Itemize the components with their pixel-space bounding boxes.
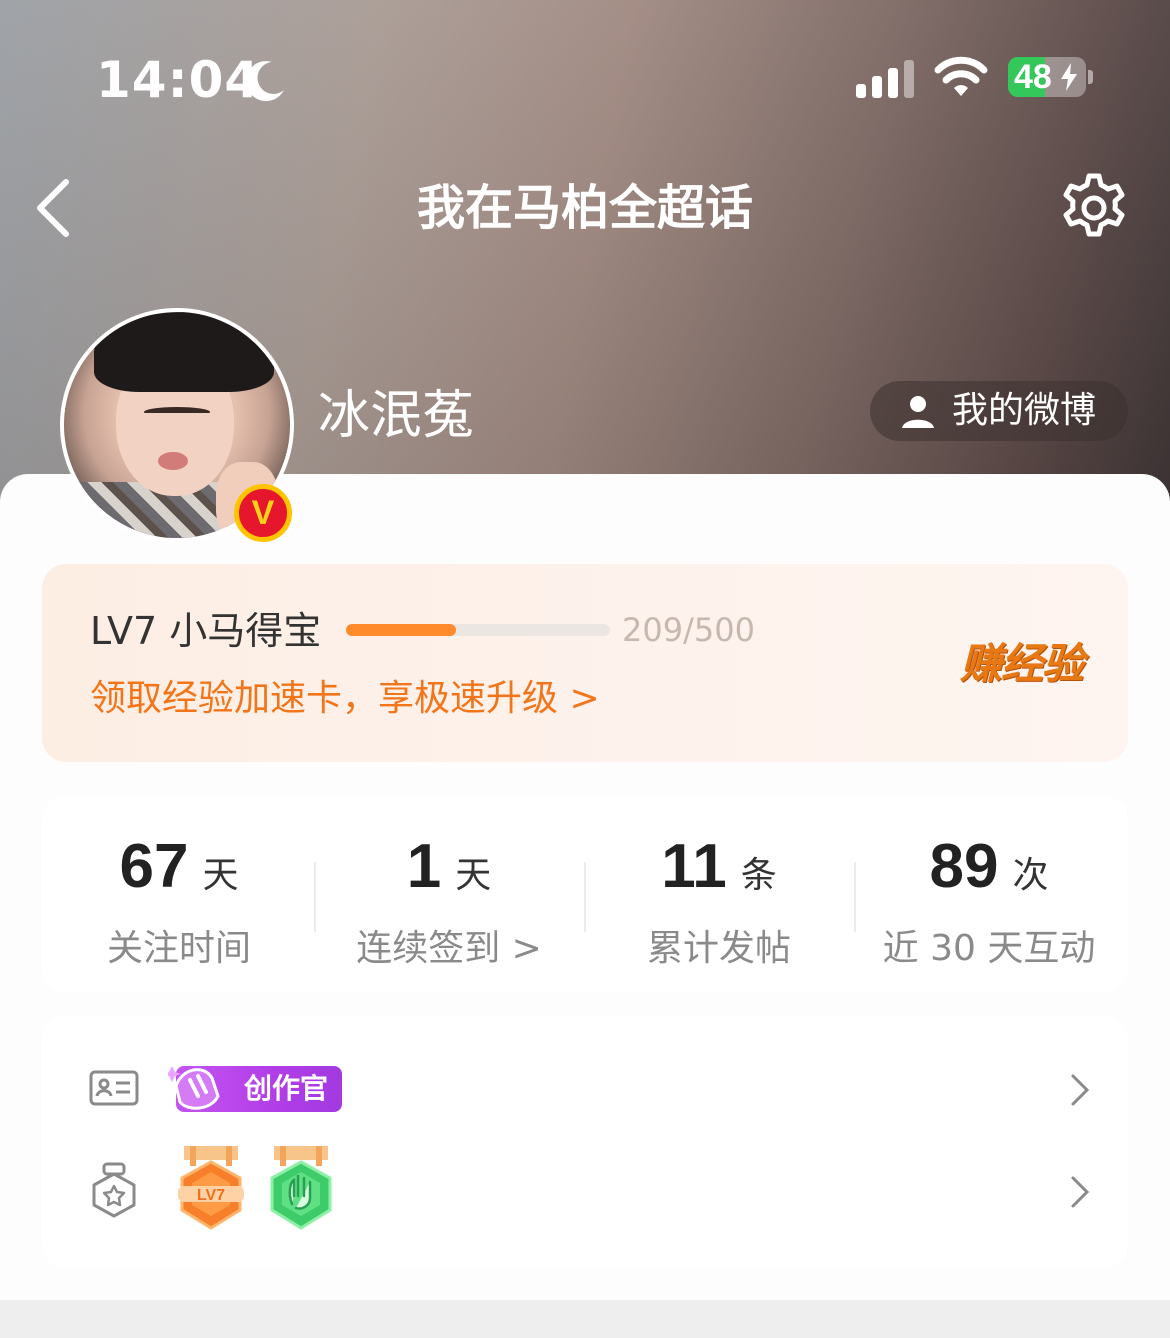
battery-cap: [1088, 70, 1093, 84]
avatar-hair: [94, 312, 274, 392]
username: 冰泯菟: [318, 386, 475, 446]
my-weibo-label: 我的微博: [952, 390, 1097, 431]
stat-label: 连续签到 >: [356, 928, 542, 969]
charging-bolt-icon: [1061, 63, 1077, 91]
stat-value: 1天: [314, 832, 584, 910]
stat-number: 1: [406, 832, 442, 901]
creator-badge[interactable]: 创作官: [168, 1066, 342, 1112]
chevron-right-icon[interactable]: [1068, 1070, 1092, 1110]
stat-number: 89: [929, 832, 999, 901]
stat-follow-days: 67 天 关注时间: [44, 832, 314, 974]
battery-indicator: 48: [1008, 57, 1086, 97]
person-icon: [902, 396, 934, 428]
id-card-icon: [89, 1070, 139, 1106]
avatar-eyes: [144, 407, 210, 417]
stat-unit: 天: [455, 854, 492, 895]
chevron-right-icon[interactable]: [1068, 1172, 1092, 1212]
avatar-lips: [158, 452, 188, 470]
level-name: LV7 小马得宝: [90, 609, 322, 653]
back-arrow-icon[interactable]: [30, 176, 80, 240]
earn-exp-button[interactable]: 赚经验: [960, 638, 1084, 690]
exp-progress-fill: [346, 624, 457, 636]
stat-label: 累计发帖: [646, 928, 791, 969]
stat-unit: 次: [1012, 854, 1049, 895]
my-weibo-button[interactable]: 我的微博: [870, 381, 1128, 441]
stat-total-posts: 11 条 累计发帖: [584, 832, 854, 974]
stat-unit: 天: [202, 854, 239, 895]
medal-lv-label: LV7: [197, 1187, 225, 1204]
medal-icon: [92, 1162, 136, 1218]
lv7-medal-icon[interactable]: LV7: [176, 1146, 246, 1236]
stat-number: 11: [661, 832, 727, 901]
speedup-card-link[interactable]: 领取经验加速卡，享极速升级 >: [90, 676, 600, 722]
creator-badge-label: 创作官: [244, 1072, 329, 1105]
status-time: 14:04: [96, 51, 261, 109]
stats-card: 67 天 关注时间 1天 连续签到 > 11 条 累计发帖 89 次 近 30 天互动: [42, 796, 1128, 992]
bottom-divider-strip: [0, 1300, 1170, 1338]
moon-icon: [246, 61, 284, 102]
gear-icon[interactable]: [1056, 170, 1132, 246]
exp-progress-text: 209/500: [622, 611, 755, 649]
verified-badge-icon: V: [234, 484, 292, 542]
stat-number: 67: [119, 832, 189, 901]
page-title: 我在马柏全超话: [416, 180, 753, 236]
stat-value: 67 天: [44, 832, 314, 910]
stat-value: 11 条: [584, 832, 854, 910]
exp-progress-bar: [346, 624, 610, 636]
stat-unit: 条: [740, 854, 777, 895]
stat-checkin-streak[interactable]: 1天 连续签到 >: [314, 832, 584, 974]
stat-label: 关注时间: [106, 928, 251, 969]
cellular-signal-icon: [856, 60, 914, 98]
stat-interactions: 89 次 近 30 天互动: [854, 832, 1124, 974]
wifi-icon: [934, 56, 988, 96]
creator-hand-icon: [168, 1066, 220, 1110]
stat-value: 89 次: [854, 832, 1124, 910]
level-card[interactable]: LV7 小马得宝 209/500 领取经验加速卡，享极速升级 > 赚经验: [42, 564, 1128, 762]
stat-label: 近 30 天互动: [882, 928, 1096, 969]
hand-medal-icon[interactable]: [266, 1146, 336, 1236]
